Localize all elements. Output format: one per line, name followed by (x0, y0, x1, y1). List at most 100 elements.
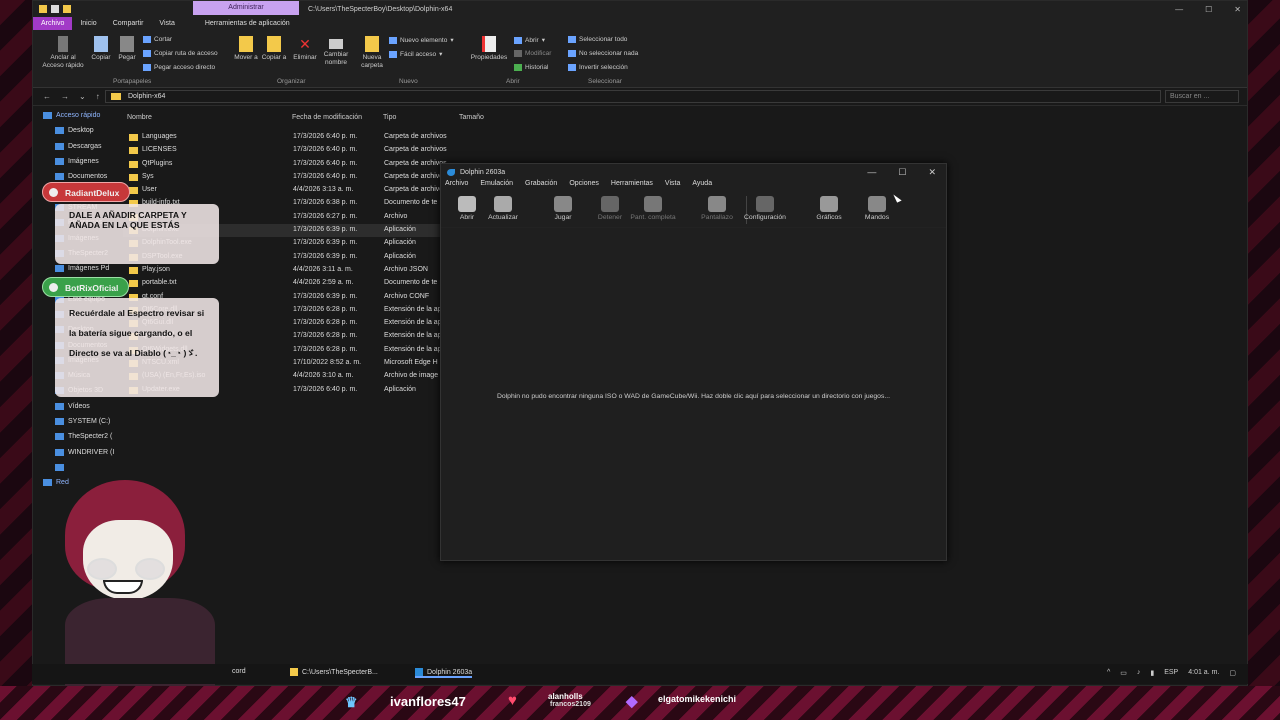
tab-share[interactable]: Compartir (105, 20, 152, 27)
folder-icon[interactable] (39, 5, 47, 13)
properties-icon (482, 36, 496, 52)
taskbar-app-discord[interactable]: cord (232, 668, 246, 675)
chat-message-2: Recuérdale al Espectro revisar si la bat… (55, 298, 219, 397)
file-name: LICENSES (129, 146, 177, 155)
dolphin-menu-item[interactable]: Opciones (569, 180, 605, 192)
move-to-button[interactable]: Mover a (233, 36, 259, 62)
notification-icon[interactable]: ▢ (1229, 669, 1236, 677)
taskbar-app-dolphin[interactable]: Dolphin 2603a (415, 668, 473, 678)
nav-item[interactable]: SYSTEM (C:) (33, 414, 117, 429)
language-indicator[interactable]: ESP (1164, 669, 1178, 677)
dolphin-menu-item[interactable]: Emulación (480, 180, 519, 192)
file-type: Carpeta de archivos (384, 172, 447, 180)
close-icon[interactable]: ✕ (928, 167, 936, 178)
tab-manage[interactable]: Administrar (193, 1, 299, 15)
toolbar-button-gamepad[interactable]: Mandos (853, 196, 901, 221)
paste-button[interactable]: Pegar (116, 36, 138, 62)
pin-quick-access-button[interactable]: Anclar al Acceso rápido (39, 36, 87, 70)
properties-button[interactable]: Propiedades (469, 36, 509, 62)
dolphin-menu-item[interactable]: Vista (665, 180, 686, 192)
nav-item[interactable]: Imágenes (33, 154, 117, 169)
battery-icon[interactable]: ▮ (1150, 669, 1154, 677)
table-row[interactable]: LICENSES 17/3/2026 6:40 p. m. Carpeta de a… (123, 144, 483, 157)
new-folder-button[interactable]: Nueva carpeta (357, 36, 387, 70)
copy-path-button[interactable]: Copiar ruta de acceso (143, 50, 218, 57)
nav-item-icon (55, 173, 64, 181)
file-date: 17/3/2026 6:39 p. m. (293, 252, 358, 260)
explorer-titlebar: Administrar C:\Users\TheSpecterBoy\Deskt… (33, 1, 1247, 17)
table-row[interactable]: QtPlugins 17/3/2026 6:40 p. m. Carpeta de … (123, 158, 483, 171)
table-row[interactable]: Languages 17/3/2026 6:40 p. m. Carpeta de … (123, 131, 483, 144)
toolbar-button-monitor[interactable]: Gráficos (805, 196, 853, 221)
cut-button[interactable]: Cortar (143, 36, 172, 43)
dolphin-menu-item[interactable]: Grabación (525, 180, 563, 192)
file-date: 4/4/2026 2:59 a. m. (293, 279, 354, 287)
nav-item[interactable]: WINDRIVER (I (33, 445, 117, 460)
table-row[interactable]: Sys 17/3/2026 6:40 p. m. Carpeta de archiv… (123, 171, 483, 184)
minimize-icon[interactable]: — (1175, 5, 1183, 14)
empty-library-message[interactable]: Dolphin no pudo encontrar ninguna ISO o … (441, 393, 946, 400)
properties-icon[interactable] (51, 5, 59, 13)
select-none-button[interactable]: No seleccionar nada (568, 50, 638, 57)
address-bar[interactable]: Dolphin-x64 (105, 90, 1161, 103)
new-folder-icon[interactable] (63, 5, 71, 13)
nav-item[interactable]: Acceso rápido (33, 108, 117, 123)
table-row[interactable]: User 4/4/2026 3:13 a. m. Carpeta de archiv… (123, 184, 483, 197)
invert-selection-button[interactable]: Invertir selección (568, 64, 628, 71)
volume-icon[interactable]: ♪ (1137, 669, 1141, 677)
tab-home[interactable]: Inicio (72, 20, 104, 27)
minimize-icon[interactable]: — (867, 167, 876, 178)
group-new: Nuevo (399, 78, 418, 85)
toolbar-button-camera[interactable]: Pantallazo (693, 196, 741, 221)
new-item-button[interactable]: Nuevo elemento ▾ (389, 36, 454, 44)
clock[interactable]: 4:01 a. m. (1188, 669, 1219, 677)
up-icon[interactable]: ↑ (96, 92, 100, 101)
nav-item[interactable] (33, 460, 117, 475)
modify-button[interactable]: Modificar (514, 50, 551, 57)
history-button[interactable]: Historial (514, 64, 548, 71)
recent-icon[interactable]: ⌄ (79, 92, 86, 101)
tab-view[interactable]: Vista (151, 20, 182, 27)
copy-button[interactable]: Copiar (89, 36, 113, 62)
paste-shortcut-button[interactable]: Pegar acceso directo (143, 64, 215, 71)
dolphin-menu-item[interactable]: Ayuda (692, 180, 718, 192)
copy-to-button[interactable]: Copiar a (261, 36, 287, 62)
delete-button[interactable]: ✕ Eliminar (291, 36, 319, 62)
dolphin-menu-item[interactable]: Herramientas (611, 180, 659, 192)
dolphin-menu-item[interactable]: Archivo (445, 180, 474, 192)
tab-file[interactable]: Archivo (33, 17, 73, 30)
close-icon[interactable]: ✕ (1234, 5, 1241, 14)
file-type: Aplicación (384, 252, 416, 260)
rename-button[interactable]: Cambiar nombre (321, 36, 351, 67)
toolbar-button-sliders[interactable]: Configuración (741, 196, 789, 221)
column-type[interactable]: Tipo (383, 114, 396, 121)
tab-app-tools[interactable]: Herramientas de aplicación (197, 20, 298, 27)
open-button[interactable]: Abrir ▾ (514, 36, 545, 44)
column-size[interactable]: Tamaño (459, 114, 484, 121)
nav-item[interactable]: Desktop (33, 123, 117, 138)
nav-item[interactable]: Vídeos (33, 399, 117, 414)
easy-access-button[interactable]: Fácil acceso ▾ (389, 50, 442, 58)
back-icon[interactable]: ← (43, 92, 51, 101)
toolbar-button-play[interactable]: Jugar (539, 196, 587, 221)
search-input[interactable]: Buscar en ... (1165, 90, 1239, 103)
column-name[interactable]: Nombre (127, 114, 152, 121)
forward-icon[interactable]: → (61, 92, 69, 101)
toolbar-button-fullscreen[interactable]: Pant. completa (629, 196, 677, 221)
file-type: Aplicación (384, 226, 416, 234)
toolbar-label: Pantallazo (701, 214, 733, 221)
nav-item[interactable]: Descargas (33, 139, 117, 154)
window-controls: — ☐ ✕ (1175, 5, 1241, 14)
chevron-up-icon[interactable]: ^ (1107, 669, 1110, 677)
maximize-icon[interactable]: ☐ (898, 167, 906, 178)
toolbar-button-refresh[interactable]: Actualizar (479, 196, 527, 221)
column-date[interactable]: Fecha de modificación (292, 114, 362, 121)
select-all-button[interactable]: Seleccionar todo (568, 36, 627, 43)
taskbar-app-explorer[interactable]: C:\Users\TheSpecterB... (290, 668, 378, 676)
nav-item[interactable]: TheSpecter2 ( (33, 429, 117, 444)
network-icon[interactable]: ▭ (1120, 669, 1127, 677)
maximize-icon[interactable]: ☐ (1205, 5, 1212, 14)
toolbar-button-stop[interactable]: Detener (586, 196, 634, 221)
table-row[interactable]: Play.json 4/4/2026 3:11 a. m. Archivo JSON (123, 264, 483, 277)
table-row[interactable]: portable.txt 4/4/2026 2:59 a. m. Documento… (123, 277, 483, 290)
